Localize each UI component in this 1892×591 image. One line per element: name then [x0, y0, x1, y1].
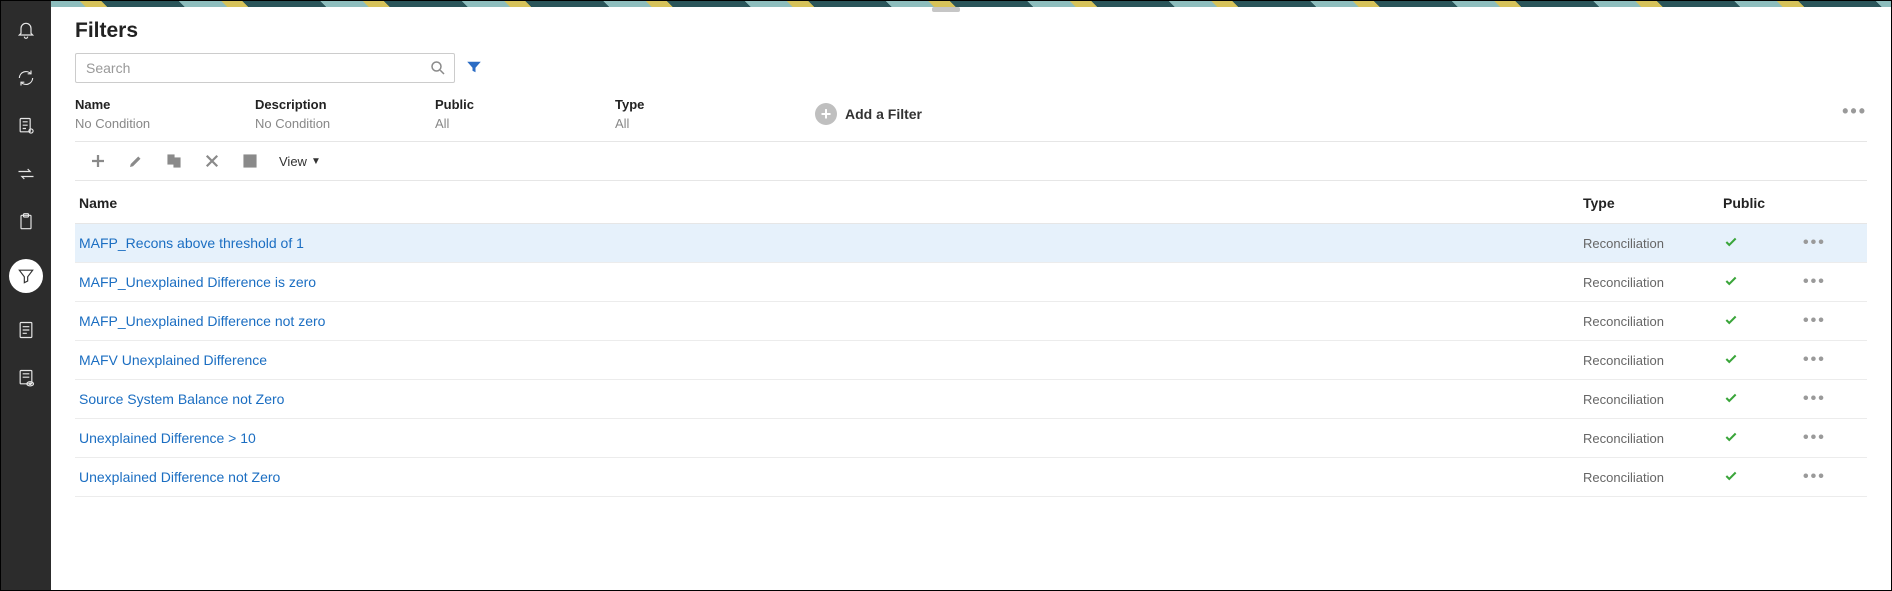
- col-header-type[interactable]: Type: [1583, 195, 1723, 211]
- col-header-public[interactable]: Public: [1723, 195, 1803, 211]
- row-actions-icon[interactable]: •••: [1803, 429, 1863, 447]
- funnel-icon[interactable]: [9, 259, 43, 293]
- bell-icon[interactable]: [15, 19, 37, 41]
- document-list-icon[interactable]: [15, 319, 37, 341]
- row-public-check-icon: [1723, 469, 1803, 486]
- view-menu[interactable]: View ▼: [279, 154, 321, 169]
- row-actions-icon[interactable]: •••: [1803, 351, 1863, 369]
- filter-toggle-icon[interactable]: [465, 58, 483, 79]
- filters-grid: Name Type Public MAFP_Recons above thres…: [75, 181, 1867, 497]
- filter-name-link[interactable]: Source System Balance not Zero: [79, 391, 284, 407]
- filter-name-link[interactable]: MAFP_Recons above threshold of 1: [79, 235, 304, 251]
- row-public-check-icon: [1723, 391, 1803, 408]
- filter-bar-more-icon[interactable]: •••: [1842, 101, 1867, 122]
- document-gear-icon[interactable]: [15, 115, 37, 137]
- filter-value: No Condition: [255, 116, 375, 131]
- search-input[interactable]: [75, 53, 455, 83]
- table-row[interactable]: MAFP_Unexplained Difference not zero Reco…: [75, 302, 1867, 341]
- filter-label: Description: [255, 97, 375, 112]
- row-type: Reconciliation: [1583, 314, 1723, 329]
- row-type: Reconciliation: [1583, 236, 1723, 251]
- row-public-check-icon: [1723, 352, 1803, 369]
- filter-col-public[interactable]: Public All: [435, 97, 555, 131]
- filter-label: Name: [75, 97, 195, 112]
- row-public-check-icon: [1723, 235, 1803, 252]
- row-type: Reconciliation: [1583, 470, 1723, 485]
- filter-label: Type: [615, 97, 735, 112]
- filter-bar: Name No Condition Description No Conditi…: [75, 87, 1867, 142]
- row-actions-icon[interactable]: •••: [1803, 390, 1863, 408]
- table-row[interactable]: Unexplained Difference not Zero Reconcili…: [75, 458, 1867, 497]
- caret-down-icon: ▼: [311, 156, 321, 167]
- col-header-name[interactable]: Name: [79, 195, 1583, 211]
- row-public-check-icon: [1723, 313, 1803, 330]
- filter-name-link[interactable]: Unexplained Difference > 10: [79, 430, 256, 446]
- table-row[interactable]: MAFV Unexplained Difference Reconciliatio…: [75, 341, 1867, 380]
- table-row[interactable]: MAFP_Recons above threshold of 1 Reconcil…: [75, 224, 1867, 263]
- row-type: Reconciliation: [1583, 275, 1723, 290]
- table-row[interactable]: MAFP_Unexplained Difference is zero Recon…: [75, 263, 1867, 302]
- table-row[interactable]: Unexplained Difference > 10 Reconciliatio…: [75, 419, 1867, 458]
- row-actions-icon[interactable]: •••: [1803, 468, 1863, 486]
- filter-name-link[interactable]: MAFP_Unexplained Difference not zero: [79, 313, 325, 329]
- filter-col-type[interactable]: Type All: [615, 97, 735, 131]
- col-header-actions: [1803, 195, 1863, 211]
- view-label: View: [279, 154, 307, 169]
- filter-label: Public: [435, 97, 555, 112]
- filter-value: All: [615, 116, 735, 131]
- sync-icon[interactable]: [15, 67, 37, 89]
- row-actions-icon[interactable]: •••: [1803, 312, 1863, 330]
- row-actions-icon[interactable]: •••: [1803, 234, 1863, 252]
- new-button[interactable]: [89, 152, 107, 170]
- filter-name-link[interactable]: MAFV Unexplained Difference: [79, 352, 267, 368]
- filter-value: All: [435, 116, 555, 131]
- row-public-check-icon: [1723, 274, 1803, 291]
- publish-button[interactable]: [241, 152, 259, 170]
- filter-name-link[interactable]: Unexplained Difference not Zero: [79, 469, 280, 485]
- edit-button[interactable]: [127, 152, 145, 170]
- add-filter-label: Add a Filter: [845, 106, 922, 122]
- panel-drag-handle[interactable]: [932, 7, 960, 12]
- filter-col-name[interactable]: Name No Condition: [75, 97, 195, 131]
- filter-name-link[interactable]: MAFP_Unexplained Difference is zero: [79, 274, 316, 290]
- delete-button[interactable]: [203, 152, 221, 170]
- left-nav-sidebar: [1, 1, 51, 590]
- row-actions-icon[interactable]: •••: [1803, 273, 1863, 291]
- document-eye-icon[interactable]: [15, 367, 37, 389]
- clipboard-icon[interactable]: [15, 211, 37, 233]
- plus-circle-icon: +: [815, 103, 837, 125]
- grid-header-row: Name Type Public: [75, 181, 1867, 224]
- filter-col-description[interactable]: Description No Condition: [255, 97, 375, 131]
- arrows-horizontal-icon[interactable]: [15, 163, 37, 185]
- row-type: Reconciliation: [1583, 431, 1723, 446]
- main-content: Filters Name No Condition Description No…: [51, 1, 1891, 590]
- row-type: Reconciliation: [1583, 353, 1723, 368]
- duplicate-button[interactable]: [165, 152, 183, 170]
- search-icon[interactable]: [429, 59, 447, 80]
- page-title: Filters: [75, 19, 1867, 43]
- filter-value: No Condition: [75, 116, 195, 131]
- add-filter-button[interactable]: + Add a Filter: [815, 103, 922, 125]
- table-row[interactable]: Source System Balance not Zero Reconcilia…: [75, 380, 1867, 419]
- row-type: Reconciliation: [1583, 392, 1723, 407]
- grid-toolbar: View ▼: [75, 142, 1867, 181]
- row-public-check-icon: [1723, 430, 1803, 447]
